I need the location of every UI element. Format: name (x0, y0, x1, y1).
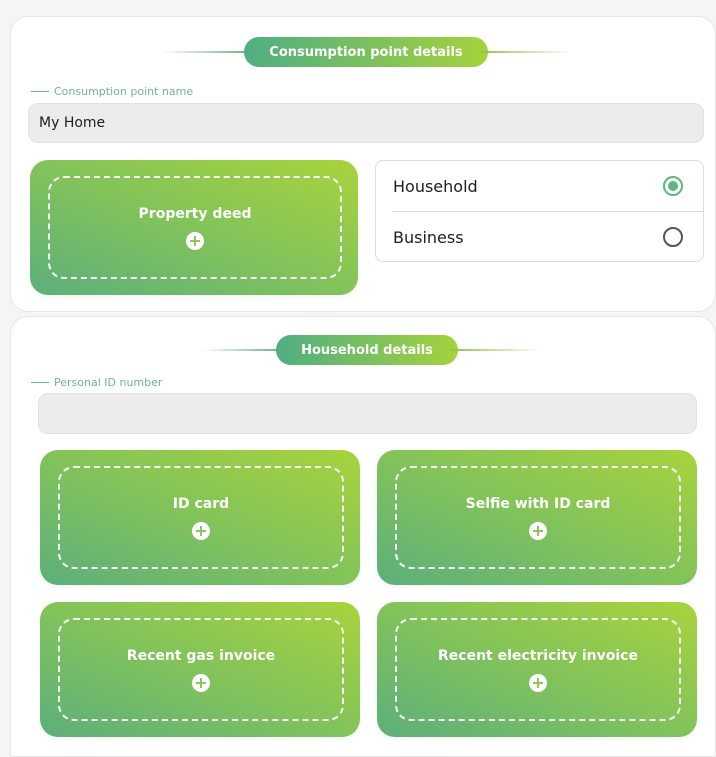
header-line-right (451, 349, 541, 351)
property-deed-upload[interactable]: Property deed (30, 160, 358, 295)
upload-dropzone: Property deed (48, 176, 342, 279)
personal-id-input[interactable] (38, 393, 697, 434)
selfie-with-id-card-upload[interactable]: Selfie with ID card (377, 450, 697, 585)
personal-id-label: Personal ID number (31, 376, 162, 389)
property-deed-label: Property deed (138, 205, 252, 222)
household-header: Household details (11, 335, 715, 365)
plus-circle-icon (529, 521, 547, 540)
label-dash (31, 91, 49, 92)
label-dash (31, 382, 49, 383)
upload-dropzone: Recent gas invoice (58, 618, 344, 721)
consumption-point-name-label-text: Consumption point name (54, 85, 194, 98)
plus-circle-icon (192, 673, 210, 692)
recent-gas-invoice-upload[interactable]: Recent gas invoice (40, 602, 360, 737)
consumption-point-name-label: Consumption point name (31, 85, 193, 98)
radio-option-household[interactable]: Household (376, 161, 703, 211)
section-title-household: Household details (276, 335, 458, 365)
plus-circle-icon (192, 521, 210, 540)
consumption-point-header: Consumption point details (11, 37, 715, 67)
consumer-type-radio-group: Household Business (375, 160, 704, 262)
header-line-right (481, 51, 571, 53)
id-card-label: ID card (172, 495, 230, 512)
household-details-card: Household details Personal ID number ID … (10, 316, 716, 757)
upload-dropzone: Selfie with ID card (395, 466, 681, 569)
recent-electricity-invoice-upload[interactable]: Recent electricity invoice (377, 602, 697, 737)
personal-id-label-text: Personal ID number (54, 376, 163, 389)
radio-unchecked-icon[interactable] (663, 227, 683, 247)
radio-option-business[interactable]: Business (376, 212, 703, 262)
recent-electricity-invoice-label: Recent electricity invoice (438, 647, 638, 664)
radio-option-household-label: Household (393, 176, 478, 196)
recent-gas-invoice-label: Recent gas invoice (126, 647, 276, 664)
consumption-point-card: Consumption point details Consumption po… (10, 16, 716, 312)
id-card-upload[interactable]: ID card (40, 450, 360, 585)
consumption-point-name-input[interactable]: My Home (28, 103, 704, 143)
radio-option-business-label: Business (393, 227, 464, 247)
upload-dropzone: Recent electricity invoice (395, 618, 681, 721)
selfie-with-id-card-label: Selfie with ID card (465, 495, 611, 512)
consumption-point-name-value: My Home (39, 115, 106, 131)
section-title-consumption-point: Consumption point details (244, 37, 488, 67)
plus-circle-icon (186, 231, 204, 250)
radio-checked-icon[interactable] (663, 176, 683, 196)
plus-circle-icon (529, 673, 547, 692)
upload-dropzone: ID card (58, 466, 344, 569)
